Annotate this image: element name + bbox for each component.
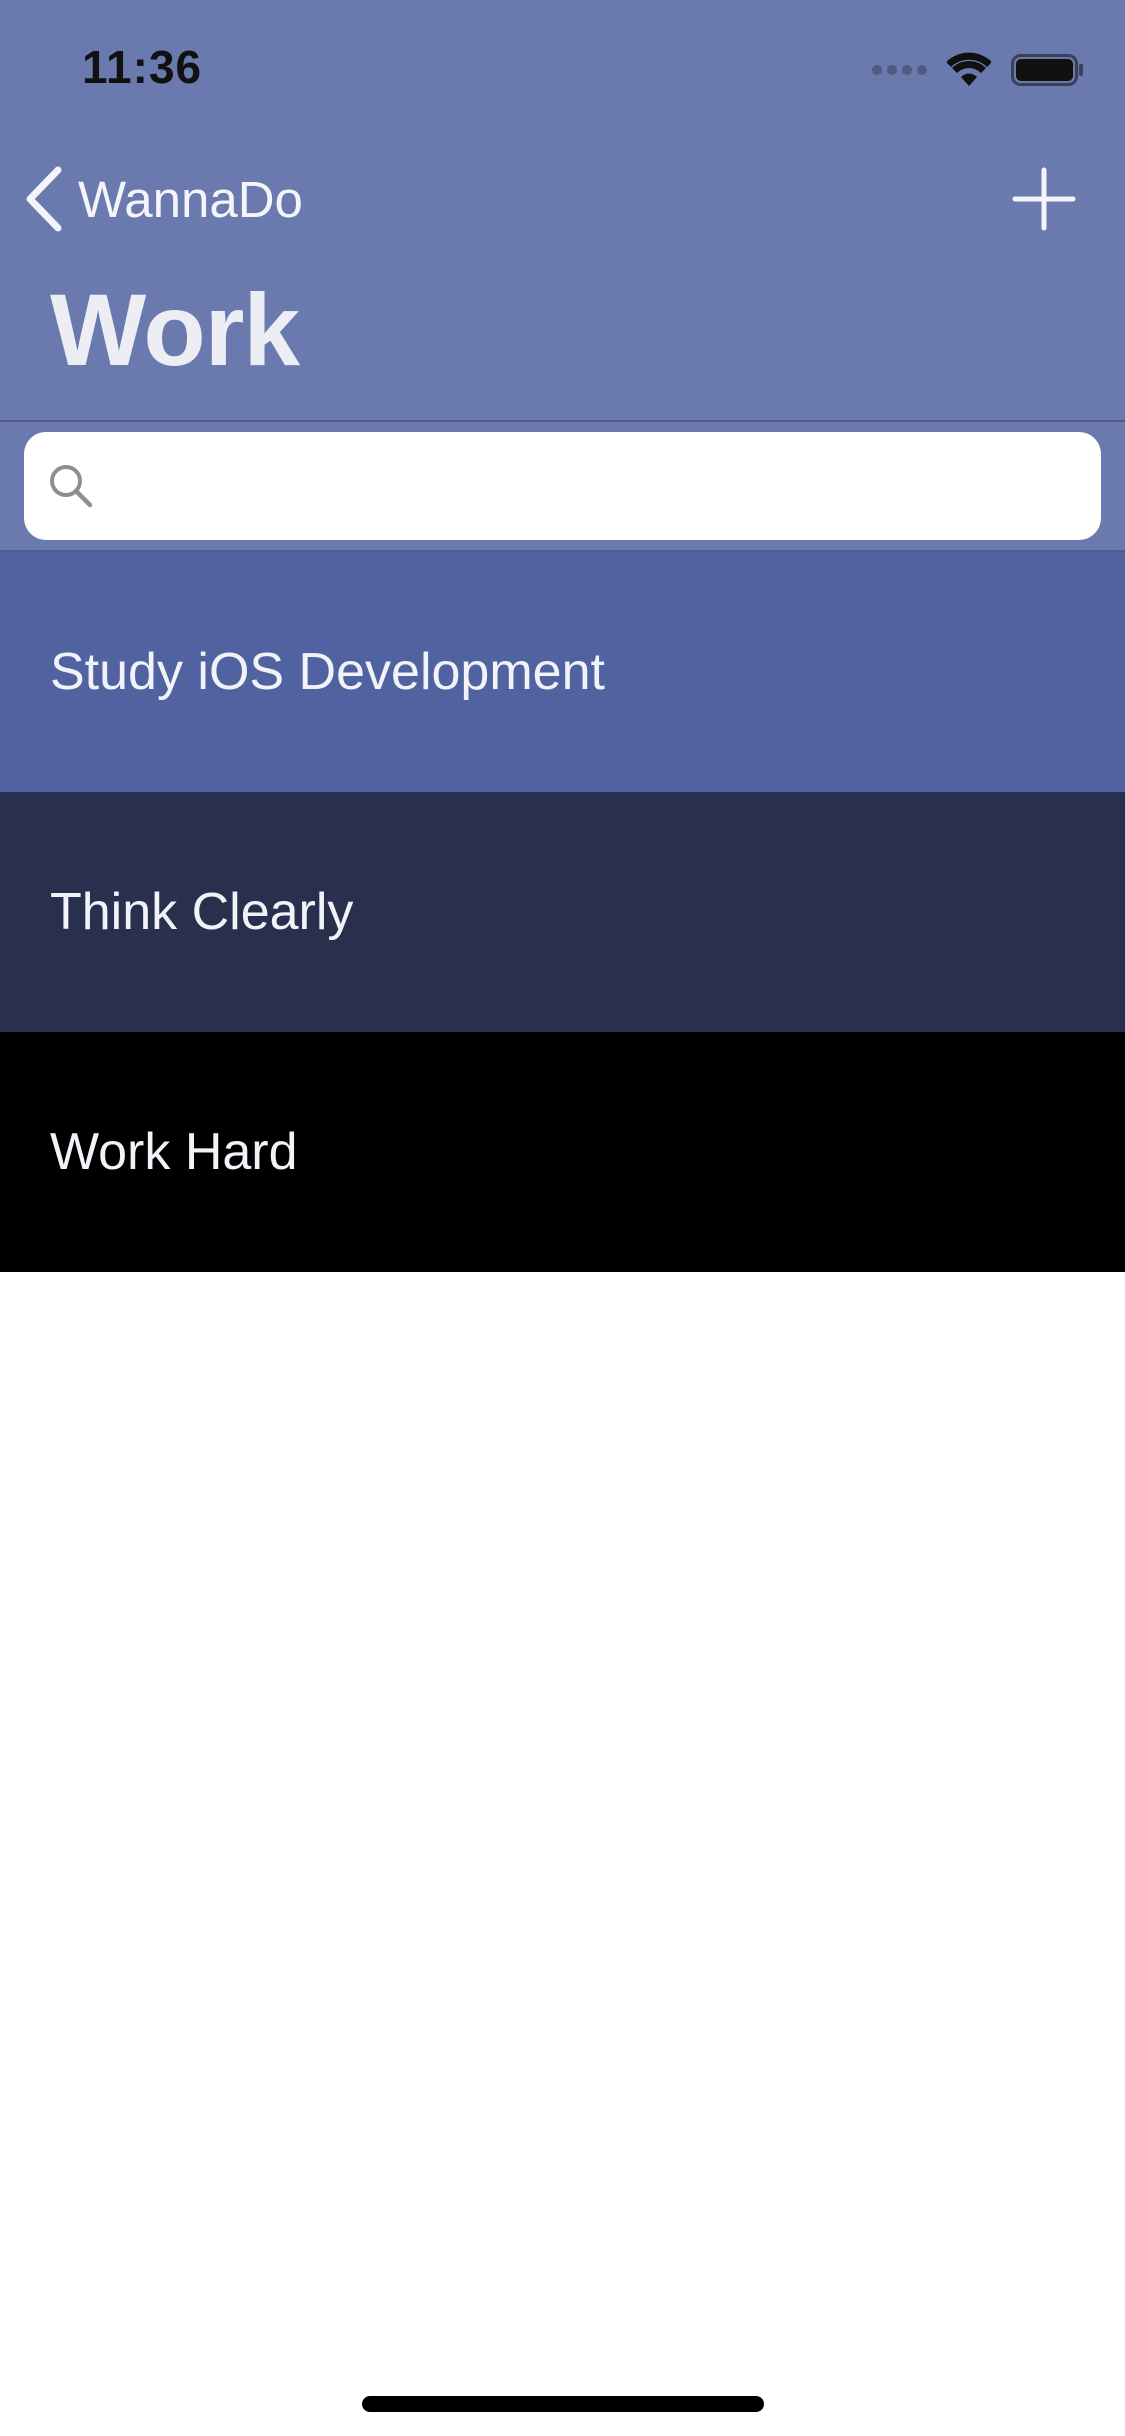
wifi-icon [947, 52, 991, 86]
item-list: Study iOS Development Think Clearly Work… [0, 552, 1125, 1272]
add-item-button[interactable] [1009, 164, 1079, 234]
back-button[interactable]: WannaDo [24, 162, 303, 236]
list-item[interactable]: Study iOS Development [0, 552, 1125, 792]
cellular-signal-icon [872, 65, 927, 75]
magnifier-icon [50, 465, 93, 508]
battery-icon [1011, 54, 1083, 86]
list-item[interactable]: Think Clearly [0, 792, 1125, 1032]
chevron-left-icon [26, 166, 62, 232]
search-input[interactable] [110, 460, 1074, 512]
search-bar [0, 422, 1125, 550]
screen: 11:36 WannaDo Work Study iOS Development… [0, 0, 1125, 2436]
back-button-label: WannaDo [78, 170, 303, 228]
page-title: Work [50, 273, 300, 387]
status-indicators [872, 50, 1085, 90]
navigation-header: 11:36 WannaDo Work [0, 0, 1125, 420]
home-indicator[interactable] [362, 2396, 764, 2412]
list-item-label: Work Hard [50, 1123, 298, 1181]
list-item[interactable]: Work Hard [0, 1032, 1125, 1272]
search-field[interactable] [24, 432, 1101, 540]
list-item-label: Think Clearly [50, 883, 354, 941]
list-item-label: Study iOS Development [50, 643, 605, 701]
plus-icon [1012, 167, 1076, 231]
status-time: 11:36 [82, 41, 203, 93]
